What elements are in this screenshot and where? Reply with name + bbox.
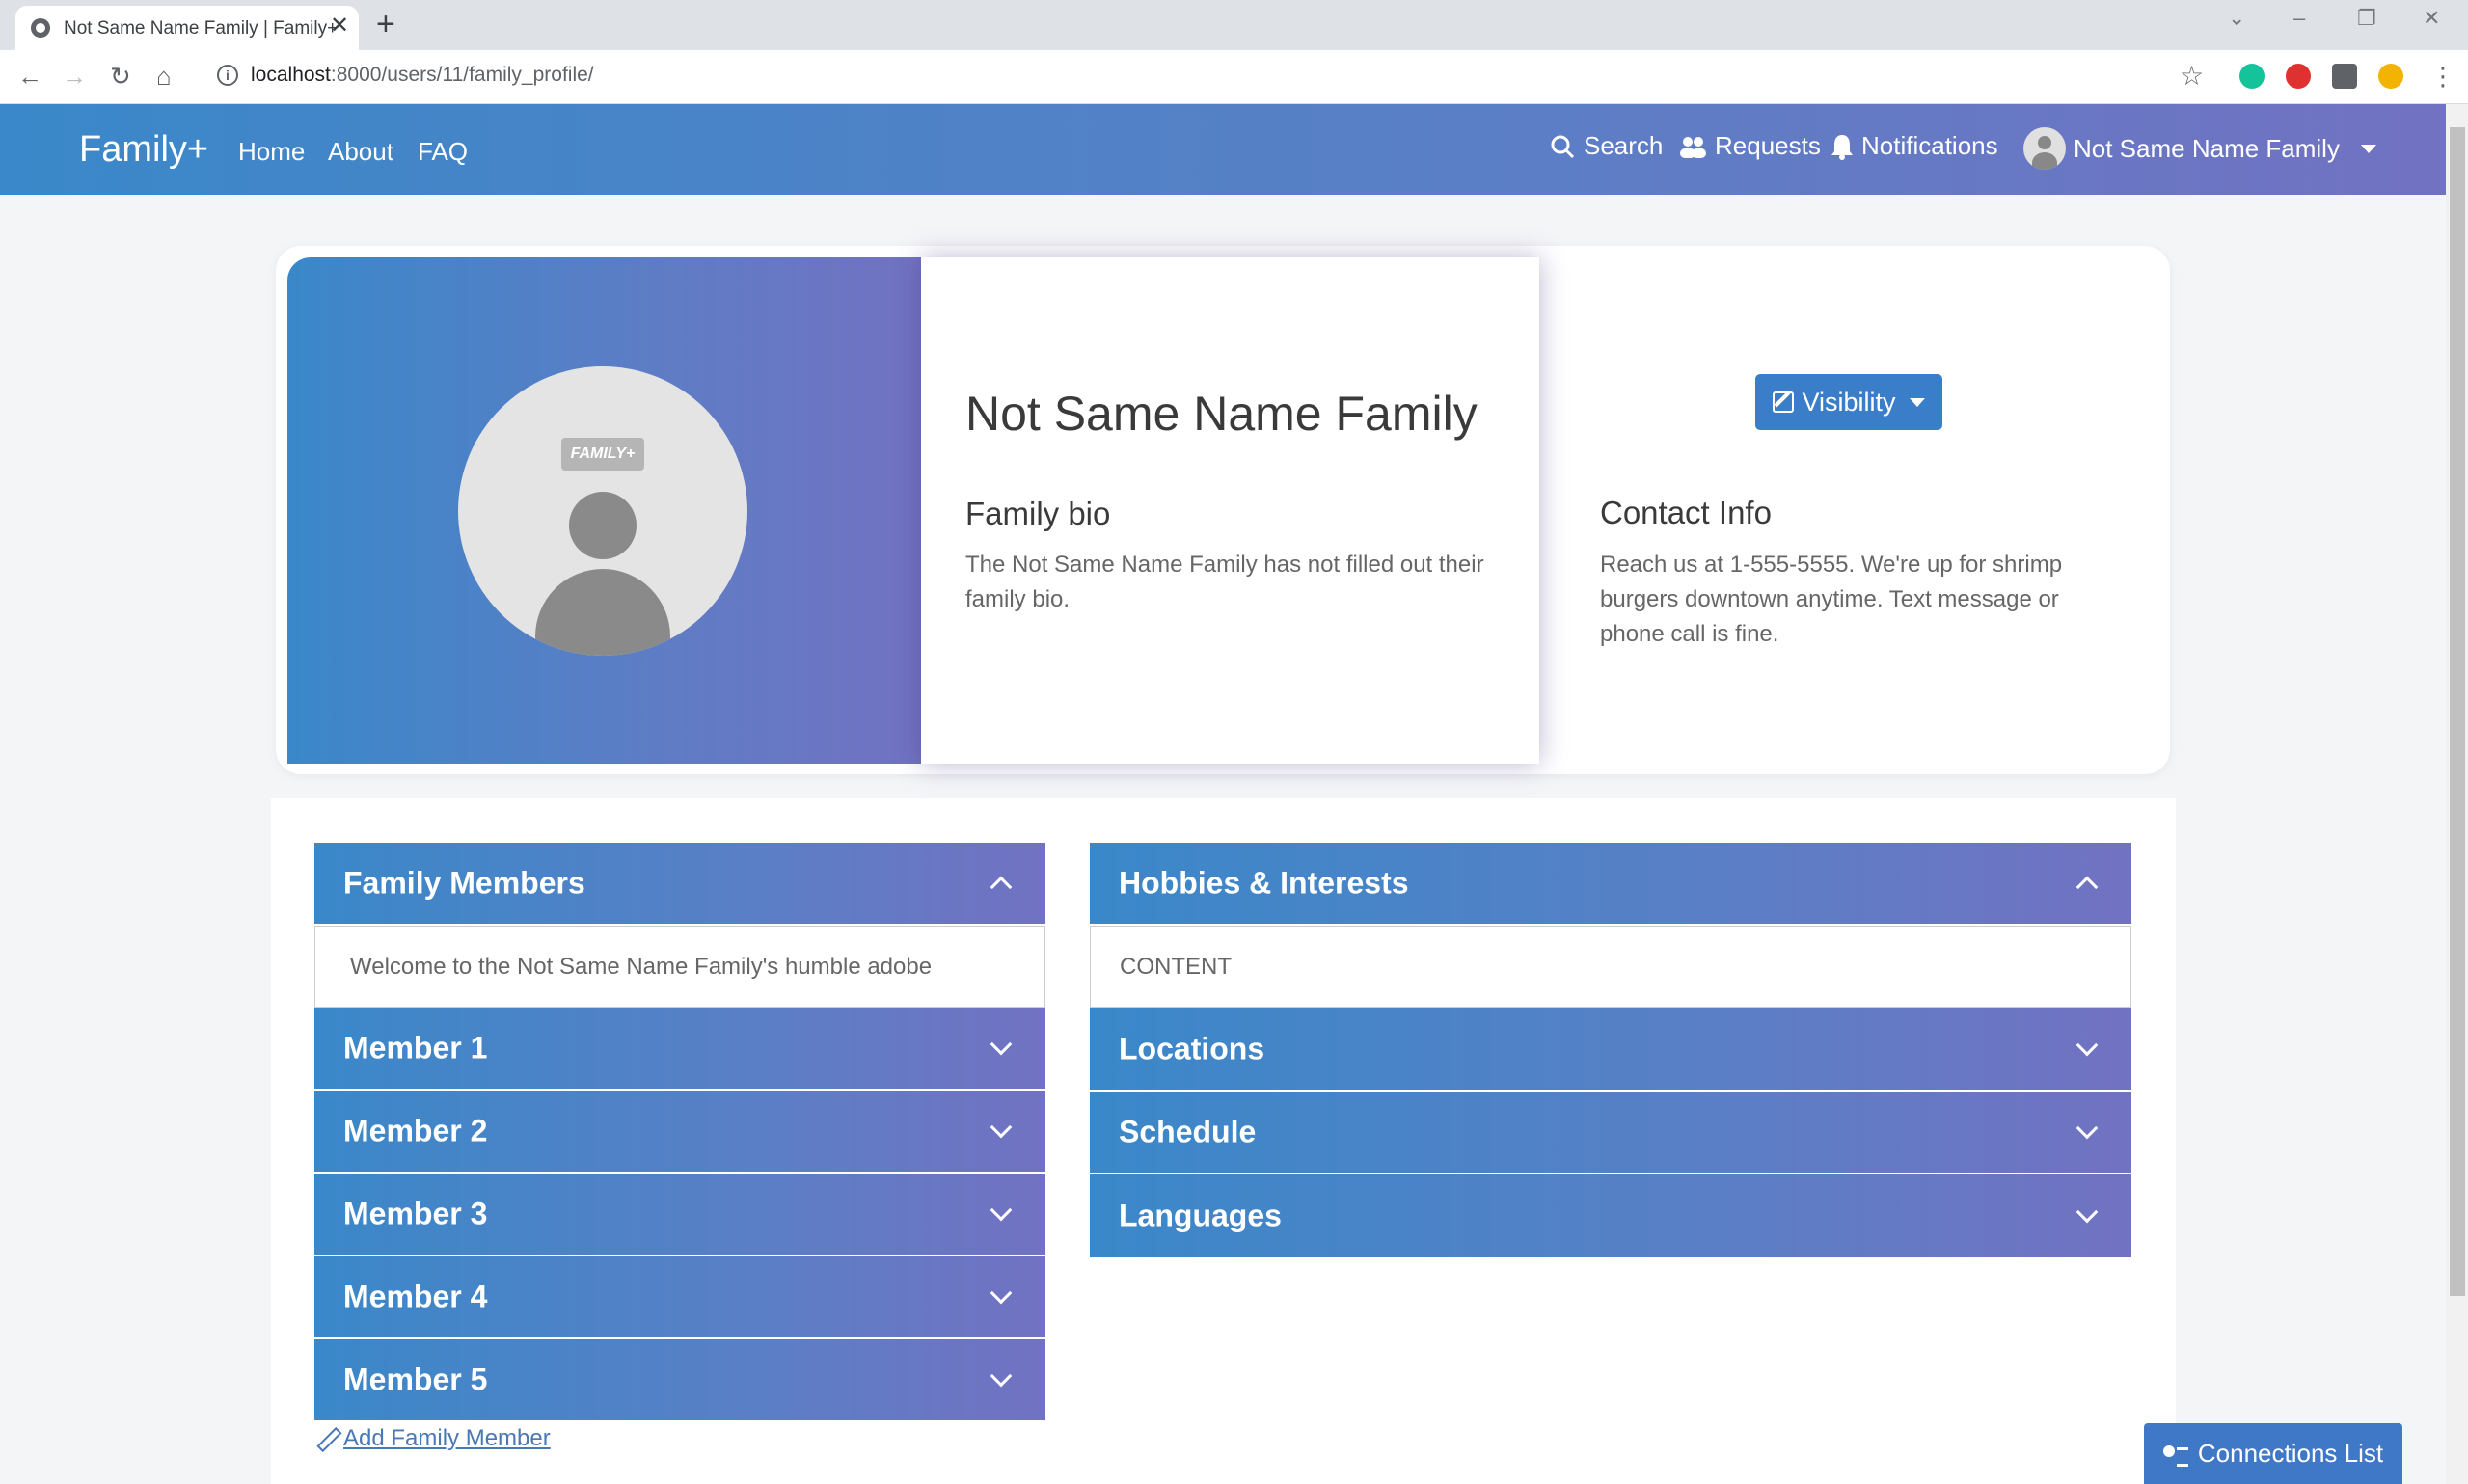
chevron-down-icon [2075,1034,2099,1056]
close-tab-icon[interactable]: ✕ [330,14,349,38]
browser-menu-icon[interactable]: ⋮ [2430,62,2455,91]
visibility-button[interactable]: Visibility [1755,374,1942,430]
adblock-extension-icon[interactable] [2286,64,2311,89]
chevron-up-icon [2075,876,2099,899]
accordion-member-3[interactable]: Member 3 [314,1174,1045,1256]
caret-down-icon [1909,397,1925,407]
brand-logo[interactable]: Family+ [79,129,208,171]
visibility-label: Visibility [1802,387,1896,417]
family-members-body: Welcome to the Not Same Name Family's hu… [314,926,1045,1008]
family-welcome-text: Welcome to the Not Same Name Family's hu… [350,953,933,980]
url-field[interactable]: localhost:8000/users/11/family_profile/ [251,64,594,87]
accordion-member-4[interactable]: Member 4 [314,1256,1045,1339]
nav-notifications[interactable]: Notifications [1831,131,1998,161]
new-tab-button[interactable]: + [376,8,395,40]
chevron-down-icon [990,1116,1013,1139]
window-close-icon[interactable]: ✕ [2423,6,2440,31]
accordion-schedule[interactable]: Schedule [1090,1092,2131,1174]
scrollbar-thumb[interactable] [2450,127,2465,1296]
reload-icon[interactable]: ↻ [110,62,131,91]
nav-requests[interactable]: Requests [1678,131,1821,161]
connections-list-button[interactable]: Connections List [2144,1423,2402,1484]
add-family-member-link[interactable]: Add Family Member [316,1425,551,1452]
family-members-title: Family Members [343,865,585,901]
accordion-member-5[interactable]: Member 5 [314,1339,1045,1420]
nav-link-home[interactable]: Home [238,137,305,167]
chevron-down-icon [990,1033,1013,1056]
nav-search-label: Search [1584,131,1664,160]
avatar [2023,127,2066,170]
site-navbar: Family+ Home About FAQ Search Requests N… [0,104,2446,195]
url-host: localhost [251,64,331,86]
users-icon [1680,136,1706,158]
browser-tab[interactable]: Not Same Name Family | Family+ ✕ [15,6,359,50]
chevron-up-icon [990,876,1013,899]
accordion-member-1[interactable]: Member 1 [314,1008,1045,1091]
nav-search[interactable]: Search [1549,131,1663,161]
hobbies-interests-body: CONTENT [1090,926,2131,1008]
user-menu-label: Not Same Name Family [2074,133,2340,163]
grammarly-extension-icon[interactable] [2239,64,2265,89]
caret-down-icon [2360,144,2376,153]
add-family-member-label: Add Family Member [343,1425,551,1451]
avatar-body-shape [535,569,670,656]
connections-list-label: Connections List [2197,1439,2384,1468]
avatar-logo: FAMILY+ [561,438,644,471]
member-label: Member 1 [343,1030,488,1066]
browser-tabbar: Not Same Name Family | Family+ ✕ + ⌄ – ❐… [0,0,2468,50]
address-bar: ← → ↻ ⌂ i localhost:8000/users/11/family… [0,50,2468,104]
nav-notifications-label: Notifications [1861,131,1998,160]
locations-label: Locations [1119,1031,1265,1066]
search-icon [1551,135,1575,158]
chevron-down-icon [990,1282,1013,1305]
nav-link-faq[interactable]: FAQ [418,137,468,167]
family-bio-heading: Family bio [965,496,1111,531]
nav-requests-label: Requests [1715,131,1821,160]
avatar-head-shape [569,492,637,559]
accordion-languages[interactable]: Languages [1090,1174,2131,1257]
chevron-down-icon [990,1199,1013,1222]
chevron-down-icon [990,1364,1013,1388]
tab-search-icon[interactable]: ⌄ [2228,6,2245,31]
family-name-heading: Not Same Name Family [965,387,1478,441]
member-label: Member 5 [343,1362,488,1397]
bookmark-star-icon[interactable]: ☆ [2180,60,2204,92]
url-path: :8000/users/11/family_profile/ [330,64,594,86]
minimize-icon[interactable]: – [2293,6,2305,31]
chevron-down-icon [2075,1201,2099,1224]
contact-info-heading: Contact Info [1600,495,1772,530]
chevron-down-icon [2075,1117,2099,1140]
accordion-locations[interactable]: Locations [1090,1008,2131,1092]
hobbies-content-text: CONTENT [1120,953,1232,980]
family-avatar: FAMILY+ [458,366,747,656]
globe-icon [31,18,50,38]
hobbies-interests-title: Hobbies & Interests [1119,865,1409,901]
hobbies-interests-header[interactable]: Hobbies & Interests [1090,843,2131,926]
accordion-member-2[interactable]: Member 2 [314,1091,1045,1174]
forward-icon[interactable]: → [62,62,87,91]
schedule-label: Schedule [1119,1114,1257,1149]
nav-link-about[interactable]: About [328,137,393,167]
member-label: Member 4 [343,1279,488,1314]
tab-title: Not Same Name Family | Family+ [64,18,339,39]
extension-icon[interactable] [2378,64,2403,89]
extensions-puzzle-icon[interactable] [2332,64,2357,89]
pencil-icon [316,1428,338,1449]
user-menu[interactable]: Not Same Name Family [2023,127,2376,170]
family-members-header[interactable]: Family Members [314,843,1045,926]
home-icon[interactable]: ⌂ [156,62,172,91]
user-list-icon [2162,1444,2188,1467]
bell-icon [1831,134,1853,160]
edit-icon [1773,391,1795,413]
site-info-icon[interactable]: i [217,65,238,86]
languages-label: Languages [1119,1198,1282,1233]
restore-icon[interactable]: ❐ [2357,6,2376,31]
family-bio-text: The Not Same Name Family has not filled … [965,552,1484,612]
member-label: Member 3 [343,1196,488,1231]
member-label: Member 2 [343,1113,488,1148]
back-icon[interactable]: ← [17,62,42,91]
contact-info-text: Reach us at 1-555-5555. We're up for shr… [1600,552,2063,647]
